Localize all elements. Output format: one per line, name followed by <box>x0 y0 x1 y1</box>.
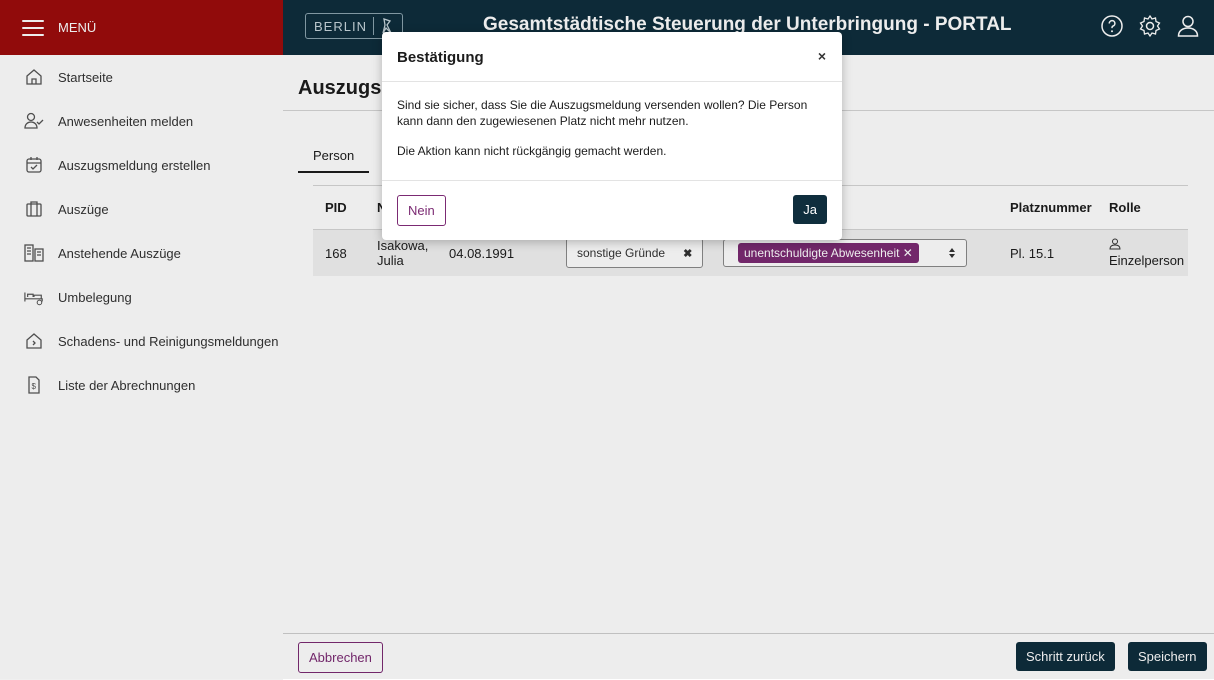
no-button[interactable]: Nein <box>397 195 446 226</box>
yes-button[interactable]: Ja <box>793 195 827 224</box>
dialog-title: Bestätigung <box>397 49 484 66</box>
dialog-text: Sind sie sicher, dass Sie die Auszugsmel… <box>397 98 808 128</box>
close-icon[interactable]: × <box>818 48 826 64</box>
dialog-warning: Die Aktion kann nicht rückgängig gemacht… <box>397 144 667 158</box>
confirmation-dialog: Bestätigung × Sind sie sicher, dass Sie … <box>382 32 842 240</box>
dialog-body: Sind sie sicher, dass Sie die Auszugsmel… <box>397 97 827 173</box>
